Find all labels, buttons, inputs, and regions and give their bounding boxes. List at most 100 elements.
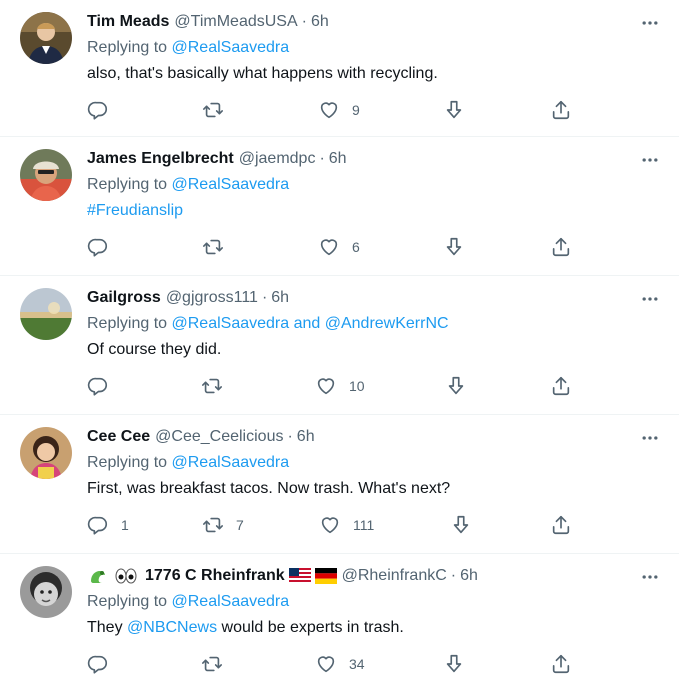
reply-button[interactable] [87, 235, 109, 259]
more-icon[interactable] [639, 149, 661, 171]
share-button[interactable] [550, 374, 572, 398]
tweet-header: Cee Cee @Cee_Ceelicious · 6h [87, 426, 315, 448]
downvote-button[interactable] [443, 98, 465, 122]
user-handle[interactable]: @gjgross111 [166, 287, 258, 309]
mention-link[interactable]: @RealSaavedra [172, 593, 290, 610]
like-count: 9 [352, 102, 360, 118]
retweet-count: 7 [236, 517, 244, 533]
avatar[interactable] [20, 566, 72, 618]
share-button[interactable] [550, 513, 572, 537]
user-handle[interactable]: @RheinfrankC [342, 565, 447, 587]
tweet[interactable]: Tim Meads @TimMeadsUSA · 6h Replying to … [0, 0, 679, 137]
frog-emoji-icon [91, 571, 105, 583]
retweet-button[interactable] [202, 235, 224, 259]
downvote-icon [443, 99, 465, 121]
mention-link[interactable]: @NBCNews [127, 619, 217, 636]
like-button[interactable]: 10 [315, 374, 365, 398]
downvote-icon [443, 236, 465, 258]
replying-prefix: Replying to [87, 593, 168, 610]
tweet-text: also, that's basically what happens with… [87, 65, 438, 82]
retweet-icon [202, 99, 224, 121]
germany-flag-icon [314, 568, 337, 584]
share-icon [550, 514, 572, 536]
mention-link[interactable]: @RealSaavedra and @AndrewKerrNC [172, 315, 449, 332]
reply-button[interactable] [87, 652, 109, 676]
avatar[interactable] [20, 149, 72, 201]
like-button[interactable]: 6 [318, 235, 360, 259]
more-icon[interactable] [639, 566, 661, 588]
tweet[interactable]: James Engelbrecht @jaemdpc · 6h Replying… [0, 137, 679, 276]
reply-button[interactable] [87, 374, 109, 398]
timestamp[interactable]: 6h [329, 148, 347, 170]
retweet-button[interactable] [201, 652, 223, 676]
reply-icon [87, 514, 109, 536]
tweet-header: 1776 C Rheinfrank @RheinfrankC · 6h [87, 565, 478, 587]
downvote-button[interactable] [443, 235, 465, 259]
display-name[interactable]: Cee Cee [87, 426, 150, 448]
retweet-button[interactable] [201, 374, 223, 398]
retweet-button[interactable] [202, 98, 224, 122]
separator: · [301, 13, 307, 30]
retweet-button[interactable]: 7 [202, 513, 244, 537]
mention-link[interactable]: @RealSaavedra [172, 454, 290, 471]
more-icon[interactable] [639, 12, 661, 34]
display-name[interactable]: Gailgross [87, 287, 161, 309]
reply-icon [87, 375, 109, 397]
tweet[interactable]: 1776 C Rheinfrank @RheinfrankC · 6h Repl… [0, 554, 679, 697]
action-bar: 34 [87, 652, 587, 676]
share-icon [550, 653, 572, 675]
tweet-text: #Freudianslip [87, 200, 183, 222]
mention-link[interactable]: @RealSaavedra [172, 176, 290, 193]
share-button[interactable] [550, 98, 572, 122]
display-name[interactable]: James Engelbrecht [87, 148, 234, 170]
avatar[interactable] [20, 288, 72, 340]
like-count: 6 [352, 239, 360, 255]
action-bar: 1 7 111 [87, 513, 587, 537]
heart-icon [318, 236, 340, 258]
mention-link[interactable]: @RealSaavedra [172, 39, 290, 56]
retweet-icon [202, 514, 224, 536]
downvote-button[interactable] [443, 652, 465, 676]
display-name[interactable]: 1776 C Rheinfrank [145, 565, 285, 587]
timestamp[interactable]: 6h [460, 565, 478, 587]
tweet-text: First, was breakfast tacos. Now trash. W… [87, 480, 451, 497]
more-icon[interactable] [639, 427, 661, 449]
separator: · [319, 150, 325, 167]
timestamp[interactable]: 6h [311, 11, 329, 33]
downvote-icon [443, 653, 465, 675]
replying-prefix: Replying to [87, 315, 168, 332]
reply-button[interactable]: 1 [87, 513, 129, 537]
tweet[interactable]: Gailgross @gjgross111 · 6h Replying to @… [0, 276, 679, 415]
tweet[interactable]: Cee Cee @Cee_Ceelicious · 6h Replying to… [0, 415, 679, 554]
like-button[interactable]: 34 [315, 652, 365, 676]
user-handle[interactable]: @jaemdpc [239, 148, 316, 170]
downvote-button[interactable] [450, 513, 472, 537]
tweet-text: They @NBCNews would be experts in trash. [87, 617, 404, 639]
more-icon[interactable] [639, 288, 661, 310]
like-count: 111 [353, 517, 375, 533]
action-bar: 6 [87, 235, 587, 259]
like-button[interactable]: 111 [319, 513, 374, 537]
tweet-header: Gailgross @gjgross111 · 6h [87, 287, 289, 309]
avatar[interactable] [20, 12, 72, 64]
share-button[interactable] [550, 652, 572, 676]
avatar[interactable] [20, 427, 72, 479]
display-name[interactable]: Tim Meads [87, 11, 169, 33]
timestamp[interactable]: 6h [297, 426, 315, 448]
share-button[interactable] [550, 235, 572, 259]
user-handle[interactable]: @Cee_Ceelicious [155, 426, 283, 448]
like-button[interactable]: 9 [318, 98, 360, 122]
tweet-text-part: They [87, 619, 123, 636]
replying-to: Replying to @RealSaavedra [87, 591, 289, 613]
reply-button[interactable] [87, 98, 109, 122]
eyes-emoji-icon [115, 568, 137, 584]
user-handle[interactable]: @TimMeadsUSA [174, 11, 297, 33]
replying-to: Replying to @RealSaavedra [87, 452, 289, 474]
downvote-button[interactable] [445, 374, 467, 398]
timestamp[interactable]: 6h [271, 287, 289, 309]
hashtag-link[interactable]: #Freudianslip [87, 202, 183, 219]
downvote-icon [450, 514, 472, 536]
share-icon [550, 375, 572, 397]
replying-to: Replying to @RealSaavedra [87, 37, 289, 59]
heart-icon [318, 99, 340, 121]
